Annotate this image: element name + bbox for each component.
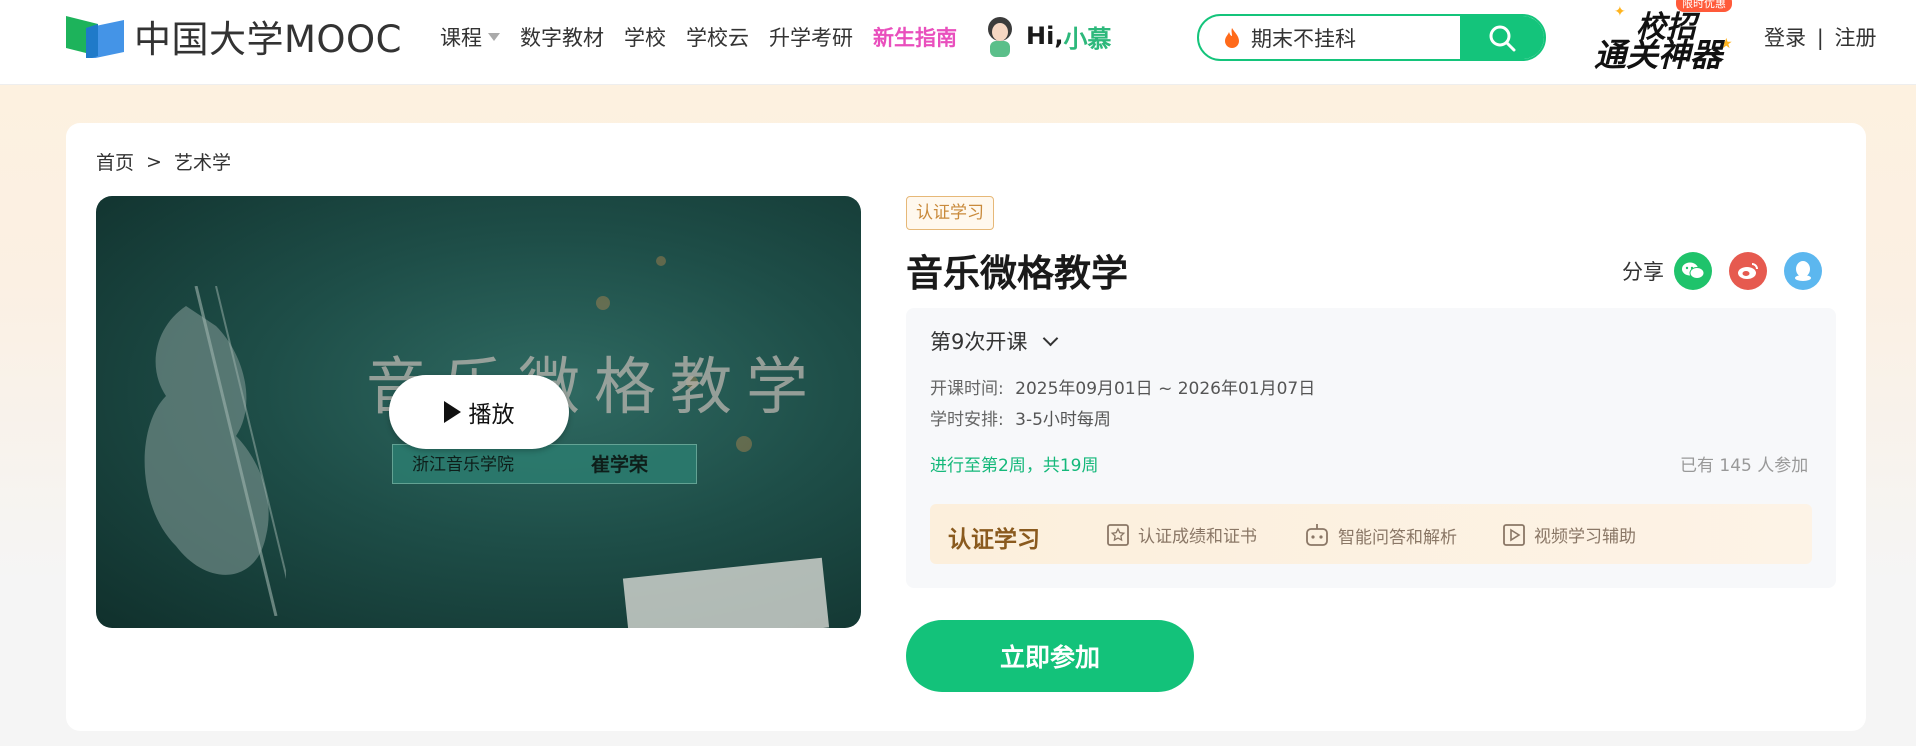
course-schedule-label: 学时安排: bbox=[930, 410, 1004, 430]
course-video-player[interactable]: 音乐微格教学 浙江音乐学院 崔学荣 播放 bbox=[96, 196, 861, 628]
mooc-logo-icon bbox=[66, 16, 124, 58]
qq-share-button[interactable] bbox=[1784, 252, 1822, 290]
course-title: 音乐微格教学 bbox=[906, 252, 1128, 295]
search-icon bbox=[1489, 25, 1516, 51]
search-input[interactable] bbox=[1251, 16, 1451, 59]
auth-links: 登录 | 注册 bbox=[1764, 22, 1876, 52]
certification-box[interactable]: 认证学习 认证成绩和证书 智能问答和解析 视频学习辅助 bbox=[930, 504, 1812, 564]
cert-feature-ai-qa: 智能问答和解析 bbox=[1304, 522, 1457, 548]
play-icon bbox=[443, 401, 461, 423]
session-label: 第9次开课 bbox=[930, 330, 1028, 354]
breadcrumb: 首页 > 艺术学 bbox=[96, 148, 231, 175]
course-schedule-row: 学时安排: 3-5小时每周 bbox=[930, 405, 1111, 430]
weibo-icon bbox=[1738, 263, 1758, 279]
top-header: 中国大学MOOC 课程 数字教材 学校 学校云 升学考研 新生指南 Hi, 小慕 bbox=[0, 0, 1916, 85]
wechat-share-button[interactable] bbox=[1674, 252, 1712, 290]
breadcrumb-home[interactable]: 首页 bbox=[96, 148, 134, 175]
violin-illustration bbox=[144, 286, 286, 616]
cert-feature-label: 认证成绩和证书 bbox=[1138, 527, 1257, 547]
play-label: 播放 bbox=[468, 402, 515, 428]
nav-item-label: 升学考研 bbox=[769, 26, 853, 50]
campus-promo-banner[interactable]: 限时优惠 ✦ ★ 校招 通关神器 bbox=[1584, 0, 1734, 75]
nav-item-postgrad[interactable]: 升学考研 bbox=[769, 22, 853, 52]
chevron-down-icon bbox=[1043, 330, 1059, 346]
course-time-label: 开课时间: bbox=[930, 379, 1004, 399]
nav-item-courses[interactable]: 课程 bbox=[440, 22, 500, 52]
share-bar: 分享 bbox=[1622, 252, 1822, 290]
flame-icon bbox=[1225, 28, 1239, 48]
nav-item-schools[interactable]: 学校 bbox=[624, 22, 666, 52]
greeting-text: Hi, bbox=[1026, 22, 1064, 50]
share-label: 分享 bbox=[1622, 260, 1664, 284]
nav-item-label: 数字教材 bbox=[520, 26, 604, 50]
cert-feature-label: 视频学习辅助 bbox=[1534, 527, 1636, 547]
cert-feature-certificate: 认证成绩和证书 bbox=[1106, 522, 1257, 547]
nav-item-label: 学校 bbox=[624, 26, 666, 50]
cert-title: 认证学习 bbox=[948, 527, 1040, 553]
greeting-mascot[interactable]: Hi, 小慕 bbox=[982, 12, 1111, 60]
play-button[interactable]: 播放 bbox=[389, 375, 569, 449]
nav-item-school-cloud[interactable]: 学校云 bbox=[686, 22, 749, 52]
session-selector[interactable]: 第9次开课 bbox=[930, 326, 1059, 356]
greeting-name: 小慕 bbox=[1063, 24, 1112, 53]
auth-divider: | bbox=[1816, 26, 1824, 50]
login-link[interactable]: 登录 bbox=[1764, 26, 1806, 50]
nav-item-label: 课程 bbox=[440, 26, 482, 50]
video-play-icon bbox=[1503, 523, 1525, 546]
nav-item-freshman-guide[interactable]: 新生指南 bbox=[873, 22, 957, 52]
course-schedule-value: 3-5小时每周 bbox=[1015, 410, 1111, 430]
music-sheet bbox=[622, 557, 830, 628]
certificate-icon bbox=[1107, 523, 1129, 546]
search-button[interactable] bbox=[1460, 16, 1544, 59]
qq-icon bbox=[1795, 261, 1811, 281]
mascot-avatar-icon bbox=[988, 17, 1012, 57]
certified-tag: 认证学习 bbox=[906, 196, 994, 230]
search-bar bbox=[1197, 14, 1546, 61]
robot-icon bbox=[1306, 524, 1328, 546]
video-school: 浙江音乐学院 bbox=[412, 455, 514, 475]
site-logo[interactable]: 中国大学MOOC bbox=[64, 14, 402, 61]
register-link[interactable]: 注册 bbox=[1834, 26, 1876, 50]
caret-down-icon bbox=[488, 33, 500, 41]
video-author: 崔学荣 bbox=[591, 454, 649, 476]
star-icon: ✦ bbox=[1614, 4, 1626, 20]
bokeh-light bbox=[736, 436, 752, 452]
bokeh-light bbox=[596, 296, 610, 310]
breadcrumb-separator: > bbox=[146, 150, 162, 173]
course-progress: 进行至第2周，共19周 bbox=[930, 456, 1099, 476]
course-time-row: 开课时间: 2025年09月01日 ~ 2026年01月07日 bbox=[930, 374, 1315, 399]
breadcrumb-current[interactable]: 艺术学 bbox=[174, 148, 231, 175]
wechat-icon bbox=[1682, 262, 1705, 279]
course-time-value: 2025年09月01日 ~ 2026年01月07日 bbox=[1015, 379, 1316, 399]
nav-item-label: 新生指南 bbox=[873, 26, 957, 50]
join-now-button[interactable]: 立即参加 bbox=[906, 620, 1194, 692]
nav-item-digital-textbook[interactable]: 数字教材 bbox=[520, 22, 604, 52]
weibo-share-button[interactable] bbox=[1729, 252, 1767, 290]
nav-item-label: 学校云 bbox=[686, 26, 749, 50]
main-nav: 课程 数字教材 学校 学校云 升学考研 新生指南 bbox=[440, 22, 977, 52]
promo-line2: 通关神器 bbox=[1594, 36, 1723, 74]
bokeh-light bbox=[656, 256, 666, 266]
cert-feature-label: 智能问答和解析 bbox=[1338, 527, 1457, 548]
cert-feature-video-assist: 视频学习辅助 bbox=[1502, 522, 1636, 547]
participant-count: 已有 145 人参加 bbox=[1680, 456, 1809, 476]
logo-text: 中国大学MOOC bbox=[134, 18, 403, 61]
